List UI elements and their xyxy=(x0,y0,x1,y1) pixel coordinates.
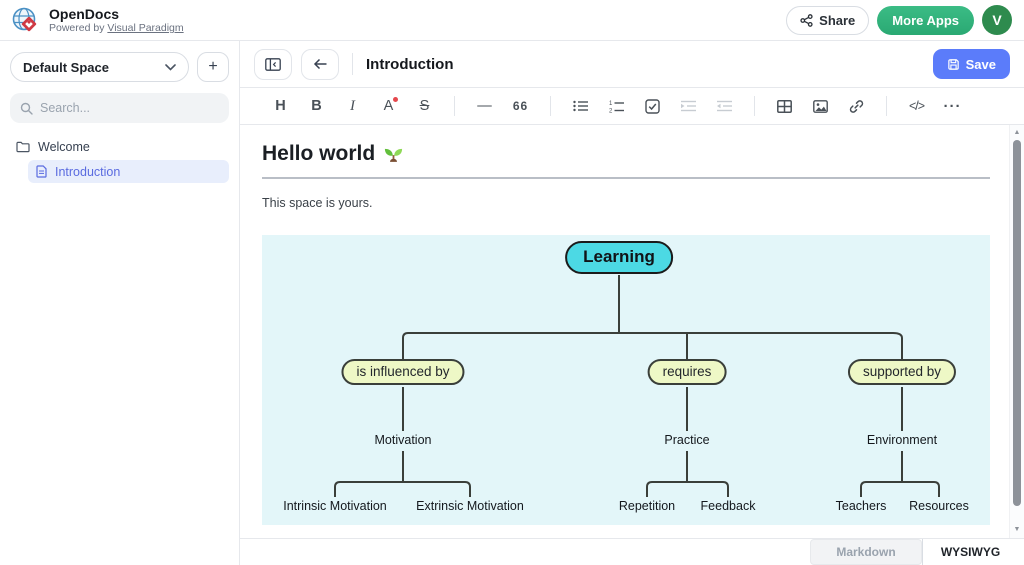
mindmap-node-branch: supported by xyxy=(848,359,956,385)
top-header: OpenDocs Powered by Visual Paradigm Shar… xyxy=(0,0,1024,41)
mindmap-node-root: Learning xyxy=(565,241,673,274)
panel-toggle-icon xyxy=(265,58,281,71)
document-canvas[interactable]: Hello world This space is yours. xyxy=(240,125,1009,538)
main-panel: Introduction Save H B I A S — 66 xyxy=(240,41,1024,565)
search-box[interactable] xyxy=(10,93,229,123)
strikethrough-button[interactable]: S xyxy=(410,93,439,119)
scroll-up-arrow-icon[interactable]: ▲ xyxy=(1010,128,1024,138)
divider xyxy=(886,96,887,116)
bold-button[interactable]: B xyxy=(302,93,331,119)
format-toolbar: H B I A S — 66 12 xyxy=(240,88,1024,125)
back-button[interactable] xyxy=(301,49,339,80)
space-selector[interactable]: Default Space xyxy=(10,52,189,82)
tab-wysiwyg[interactable]: WYSIWYG xyxy=(922,539,1018,565)
app-window: OpenDocs Powered by Visual Paradigm Shar… xyxy=(0,0,1024,565)
table-button[interactable] xyxy=(770,93,799,119)
divider xyxy=(550,96,551,116)
divider xyxy=(454,96,455,116)
mindmap-node-leaf: Resources xyxy=(909,499,969,513)
app-title: OpenDocs xyxy=(49,6,184,22)
bullet-list-button[interactable] xyxy=(566,93,595,119)
document-icon xyxy=(36,165,47,178)
editor-header: Introduction Save xyxy=(240,41,1024,88)
link-button[interactable] xyxy=(842,93,871,119)
svg-text:1: 1 xyxy=(609,101,613,107)
toggle-sidebar-button[interactable] xyxy=(254,49,292,80)
sidebar: Default Space + Welcome xyxy=(0,41,240,565)
vertical-scrollbar[interactable]: ▲ ▼ xyxy=(1009,125,1024,538)
color-dot xyxy=(393,97,398,102)
document-paragraph: This space is yours. xyxy=(262,196,1009,210)
mindmap-node-leaf: Feedback xyxy=(701,499,756,513)
brand: OpenDocs Powered by Visual Paradigm xyxy=(10,5,184,36)
svg-text:2: 2 xyxy=(609,108,613,113)
font-color-button[interactable]: A xyxy=(374,93,403,119)
divider xyxy=(352,53,353,75)
mindmap-node-leaf: Teachers xyxy=(836,499,887,513)
outdent-icon xyxy=(717,100,732,112)
page-title: Introduction xyxy=(366,56,453,73)
more-options-button[interactable]: ··· xyxy=(938,93,967,119)
horizontal-rule-button[interactable]: — xyxy=(470,93,499,119)
heading-rule xyxy=(262,177,990,179)
powered-by: Powered by Visual Paradigm xyxy=(49,22,184,34)
mindmap-node-branch: is influenced by xyxy=(341,359,464,385)
table-icon xyxy=(777,100,792,113)
header-actions: Share More Apps V xyxy=(786,5,1012,35)
outdent-button[interactable] xyxy=(710,93,739,119)
save-icon xyxy=(947,58,960,71)
brand-text: OpenDocs Powered by Visual Paradigm xyxy=(49,6,184,34)
more-apps-button[interactable]: More Apps xyxy=(877,6,974,35)
task-list-button[interactable] xyxy=(638,93,667,119)
code-button[interactable]: </> xyxy=(902,93,931,119)
mindmap-diagram[interactable]: Learning is influenced by requires suppo… xyxy=(262,235,990,525)
seedling-emoji-icon xyxy=(383,144,404,165)
editor-footer: Markdown WYSIWYG xyxy=(240,538,1024,565)
italic-button[interactable]: I xyxy=(338,93,367,119)
bullet-list-icon xyxy=(573,100,588,112)
indent-icon xyxy=(681,100,696,112)
mindmap-node-child: Motivation xyxy=(375,433,432,447)
divider xyxy=(754,96,755,116)
mindmap-node-branch: requires xyxy=(648,359,727,385)
scrollbar-thumb[interactable] xyxy=(1013,140,1021,506)
add-space-button[interactable]: + xyxy=(197,52,229,82)
search-icon xyxy=(20,102,33,115)
sidebar-item-introduction[interactable]: Introduction xyxy=(28,160,229,183)
scroll-down-arrow-icon[interactable]: ▼ xyxy=(1010,525,1024,535)
visual-paradigm-link[interactable]: Visual Paradigm xyxy=(107,22,183,34)
image-button[interactable] xyxy=(806,93,835,119)
save-button[interactable]: Save xyxy=(933,49,1010,79)
blockquote-button[interactable]: 66 xyxy=(506,93,535,119)
opendocs-logo-icon xyxy=(10,5,41,36)
share-button[interactable]: Share xyxy=(786,6,869,35)
sidebar-item-welcome[interactable]: Welcome xyxy=(10,136,229,158)
numbered-list-icon: 12 xyxy=(609,100,624,113)
image-icon xyxy=(813,100,828,113)
mindmap-node-leaf: Repetition xyxy=(619,499,675,513)
indent-button[interactable] xyxy=(674,93,703,119)
document-heading: Hello world xyxy=(262,142,1009,166)
link-icon xyxy=(849,99,864,114)
page-tree: Welcome Introduction xyxy=(10,136,229,183)
mindmap-node-leaf: Extrinsic Motivation xyxy=(416,499,524,513)
heading-button[interactable]: H xyxy=(266,93,295,119)
tab-markdown[interactable]: Markdown xyxy=(810,539,922,565)
mindmap-node-leaf: Intrinsic Motivation xyxy=(283,499,387,513)
numbered-list-button[interactable]: 12 xyxy=(602,93,631,119)
folder-icon xyxy=(16,141,30,153)
mindmap-node-child: Practice xyxy=(664,433,709,447)
checkbox-icon xyxy=(645,99,660,114)
search-input[interactable] xyxy=(40,101,219,115)
chevron-down-icon xyxy=(165,64,176,71)
arrow-left-icon xyxy=(313,58,328,70)
mindmap-node-child: Environment xyxy=(867,433,937,447)
avatar[interactable]: V xyxy=(982,5,1012,35)
share-icon xyxy=(800,14,813,27)
